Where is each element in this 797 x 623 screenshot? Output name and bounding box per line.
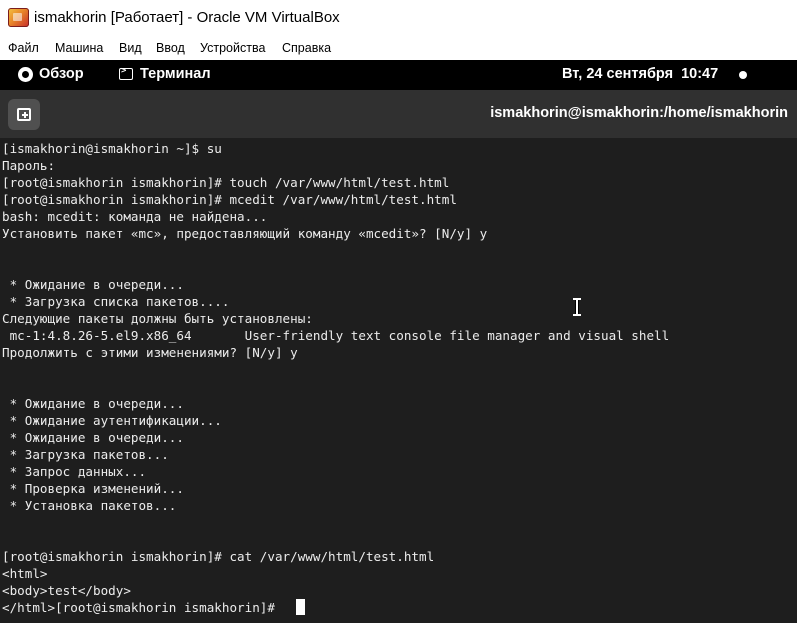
window-title: ismakhorin [Работает] - Oracle VM Virtua… <box>34 9 340 26</box>
menu-devices[interactable]: Устройства <box>200 41 265 55</box>
terminal-line: <body>test</body> <box>2 583 131 598</box>
activities-label: Обзор <box>39 66 84 82</box>
menu-file[interactable]: Файл <box>8 41 39 55</box>
terminal-prompt-line: </html>[root@ismakhorin ismakhorin]# <box>2 600 283 615</box>
app-menu-button[interactable]: Терминал <box>119 66 211 82</box>
terminal-line: * Ожидание в очереди... <box>2 396 184 411</box>
menu-bar: Файл Машина Вид Ввод Устройства Справка <box>0 36 797 60</box>
terminal-cursor <box>296 599 305 615</box>
activities-button[interactable]: Обзор <box>18 66 84 82</box>
terminal-line: * Загрузка пакетов... <box>2 447 169 462</box>
menu-view[interactable]: Вид <box>119 41 142 55</box>
terminal-line: Установить пакет «mc», предоставляющий к… <box>2 226 488 241</box>
terminal-line: * Ожидание аутентификации... <box>2 413 222 428</box>
app-menu-label: Терминал <box>140 66 211 82</box>
terminal-line: mc-1:4.8.26-5.el9.x86_64 User-friendly t… <box>2 328 670 343</box>
terminal-line: bash: mcedit: команда не найдена... <box>2 209 268 224</box>
activities-icon <box>18 66 33 82</box>
terminal-line: * Проверка изменений... <box>2 481 184 496</box>
menu-input[interactable]: Ввод <box>156 41 185 55</box>
terminal-line: [root@ismakhorin ismakhorin]# cat /var/w… <box>2 549 435 564</box>
new-tab-button[interactable] <box>8 99 40 130</box>
text-cursor-icon <box>573 298 581 316</box>
terminal-line: [ismakhorin@ismakhorin ~]$ su <box>2 141 222 156</box>
terminal-line: * Ожидание в очереди... <box>2 277 184 292</box>
terminal-line: Продолжить с этими изменениями? [N/y] y <box>2 345 298 360</box>
terminal-line: * Ожидание в очереди... <box>2 430 184 445</box>
terminal-line: * Загрузка списка пакетов.... <box>2 294 230 309</box>
new-tab-icon <box>17 108 31 121</box>
menu-help[interactable]: Справка <box>282 41 331 55</box>
terminal-title: ismakhorin@ismakhorin:/home/ismakhorin <box>490 105 788 121</box>
terminal-line: * Установка пакетов... <box>2 498 177 513</box>
clock-label: Вт, 24 сентября 10:47 <box>562 66 719 82</box>
menu-machine[interactable]: Машина <box>55 41 103 55</box>
terminal-line: <html> <box>2 566 48 581</box>
terminal-line: [root@ismakhorin ismakhorin]# touch /var… <box>2 175 450 190</box>
gnome-top-bar: Обзор Терминал Вт, 24 сентября 10:47 <box>0 60 797 90</box>
status-dot-icon[interactable] <box>739 71 747 79</box>
terminal-line: Пароль: <box>2 158 56 173</box>
window-title-bar[interactable]: ismakhorin [Работает] - Oracle VM Virtua… <box>0 0 797 36</box>
terminal-line: [root@ismakhorin ismakhorin]# mcedit /va… <box>2 192 457 207</box>
terminal-line: * Запрос данных... <box>2 464 147 479</box>
virtualbox-icon <box>8 8 29 27</box>
terminal-line: Следующие пакеты должны быть установлены… <box>2 311 313 326</box>
terminal-icon <box>119 66 133 80</box>
clock-button[interactable]: Вт, 24 сентября 10:47 <box>562 66 718 82</box>
